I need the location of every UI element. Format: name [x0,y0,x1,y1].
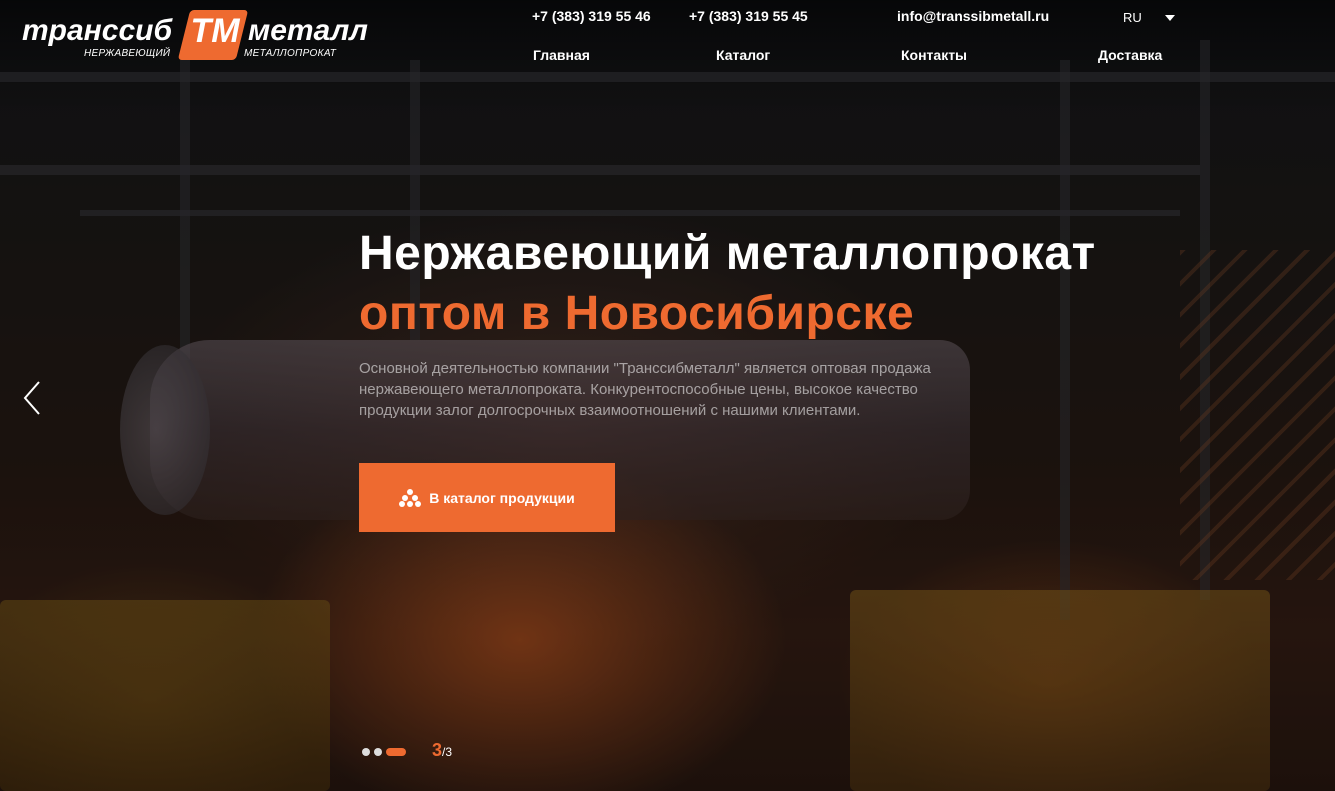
slide-dot-3[interactable] [386,748,406,756]
hero-title-line-2: оптом в Новосибирске [359,287,915,340]
catalog-button-label: В каталог продукции [429,489,575,506]
logo-mark: TM [190,12,240,50]
hero-title: Нержавеющий металлопрокат оптом в Новоси… [359,224,1096,344]
logo-word-left: транссиб [22,14,173,47]
nav-item-delivery[interactable]: Доставка [1098,47,1162,63]
caret-down-icon[interactable] [1165,15,1175,21]
hero-description: Основной деятельностью компании "Трансси… [359,360,931,419]
nav-item-contacts[interactable]: Контакты [901,47,967,63]
slide-counter-total: /3 [442,745,453,759]
email-link[interactable]: info@transsibmetall.ru [897,8,1049,24]
stack-dots-icon [399,488,422,507]
slider-pagination [362,744,406,760]
slide-counter-current: 3 [432,740,443,760]
slide-dot-2[interactable] [374,748,382,756]
nav-item-catalog[interactable]: Каталог [716,47,770,63]
phone-link-1[interactable]: +7 (383) 319 55 46 [532,8,651,24]
logo-subtitle-left: НЕРЖАВЕЮЩИЙ [84,48,171,59]
logo-word-right: металл [248,14,368,47]
nav-item-home[interactable]: Главная [533,47,590,63]
language-selector[interactable]: RU [1123,10,1142,25]
logo-subtitle-right: МЕТАЛЛОПРОКАТ [244,48,337,59]
site-header: транссиб TM металл НЕРЖАВЕЮЩИЙ МЕТАЛЛОПР… [0,0,1335,80]
slide-counter: 3/3 [432,740,452,761]
hero-title-line-1: Нержавеющий металлопрокат [359,227,1096,280]
catalog-button[interactable]: В каталог продукции [359,463,615,532]
slide-dot-1[interactable] [362,748,370,756]
phone-link-2[interactable]: +7 (383) 319 55 45 [689,8,808,24]
site-logo[interactable]: транссиб TM металл НЕРЖАВЕЮЩИЙ МЕТАЛЛОПР… [22,10,368,64]
chevron-left-icon[interactable] [22,380,42,416]
